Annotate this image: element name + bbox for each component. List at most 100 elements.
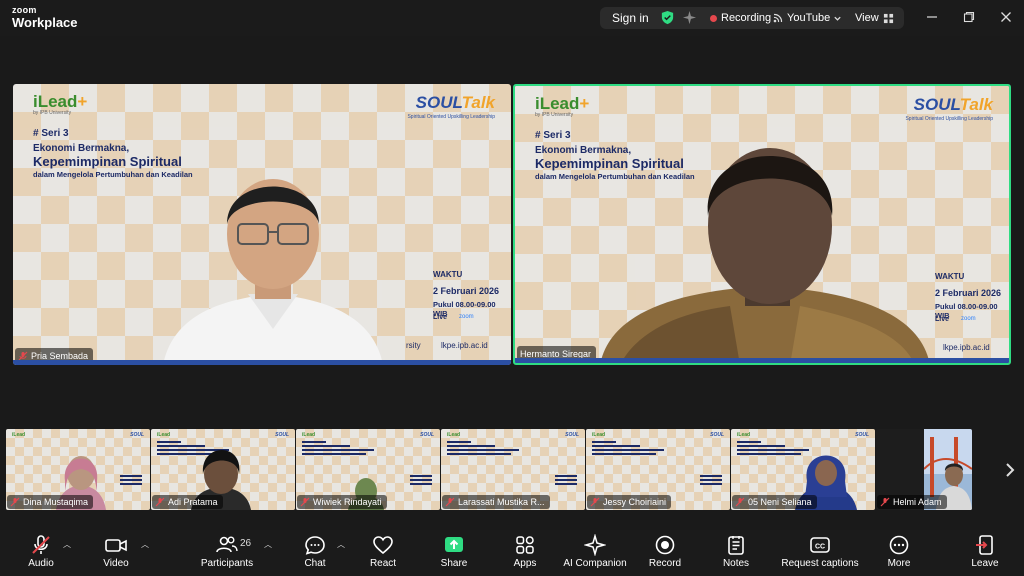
sparkle-icon[interactable]	[682, 10, 697, 25]
mini-ilead-logo: iLead	[447, 432, 461, 438]
slide-zoom: zoom	[459, 314, 474, 320]
notes-label: Notes	[722, 558, 750, 569]
thumbnail-tile[interactable]: iLead SOUL Dina Mustaqima	[6, 429, 150, 510]
record-icon	[655, 535, 675, 555]
slide-footer-strip	[515, 358, 1009, 363]
next-page-arrow-icon[interactable]	[1000, 455, 1020, 485]
participant-nametag: Helmi Adam	[877, 495, 947, 509]
participants-icon	[216, 536, 238, 553]
mic-muted-icon	[300, 497, 310, 507]
recording-label: Recording	[721, 12, 772, 24]
mini-soultalk-logo: SOUL	[565, 432, 579, 438]
react-button[interactable]: React	[348, 534, 418, 569]
thumbnail-tile[interactable]: iLead SOUL 05 Neni Seliana	[731, 429, 875, 510]
recording-dot-icon	[710, 14, 717, 22]
restore-icon[interactable]	[960, 8, 978, 26]
svg-text:CC: CC	[815, 544, 825, 551]
mic-muted-icon	[590, 497, 600, 507]
mini-slide-title	[592, 441, 672, 457]
minimize-icon[interactable]	[923, 8, 941, 26]
captions-button[interactable]: CC Request captions	[781, 534, 859, 569]
slide-zoom: zoom	[961, 316, 976, 322]
view-button[interactable]: View	[855, 12, 894, 24]
broadcast-icon	[773, 13, 783, 23]
app-logo: zoom Workplace	[12, 6, 78, 30]
more-icon	[889, 535, 909, 555]
leave-button[interactable]: Leave	[950, 534, 1020, 569]
mic-muted-icon	[18, 351, 28, 360]
slide-series: # Seri 3	[535, 130, 571, 141]
slide-waktu: WAKTU	[433, 270, 463, 279]
react-label: React	[369, 558, 397, 569]
mini-slide-title	[447, 441, 527, 457]
mini-soultalk-logo: SOUL	[710, 432, 724, 438]
slide-title-1: Ekonomi Bermakna,	[33, 143, 130, 154]
zoom-window: zoom Workplace Sign in Recording YouTube…	[0, 0, 1024, 576]
thumbnail-tile[interactable]: iLead SOUL Larassati Mustika R...	[441, 429, 585, 510]
participants-label: Participants	[200, 558, 254, 569]
participant-nametag: Larassati Mustika R...	[442, 495, 550, 509]
video-tile-hermanto-siregar[interactable]: iLead+ by IPB University SOULTalk Spiritua…	[513, 84, 1011, 365]
mini-ilead-logo: iLead	[302, 432, 316, 438]
camera-icon	[105, 539, 127, 552]
participants-options-chevron-icon[interactable]: ︿	[264, 539, 272, 550]
audio-label: Audio	[28, 558, 54, 569]
mini-slide-time	[700, 475, 722, 487]
mic-muted-icon	[155, 497, 165, 507]
mini-ilead-logo: iLead	[12, 432, 26, 438]
ilead-logo: iLead+ by IPB University	[33, 92, 88, 116]
chat-options-chevron-icon[interactable]: ︿	[337, 539, 345, 550]
participant-nametag: Wiwiek Rindayati	[297, 495, 387, 509]
view-label: View	[855, 12, 879, 24]
slide-date: 2 Februari 2026	[935, 288, 1002, 298]
mini-slide-time	[410, 475, 432, 487]
logo-workplace: Workplace	[12, 15, 78, 30]
thumbnail-tile[interactable]: iLead SOUL Wiwiek Rindayati	[296, 429, 440, 510]
video-options-chevron-icon[interactable]: ︿	[141, 539, 149, 550]
participants-button[interactable]: Participants	[192, 534, 262, 569]
slide-series: # Seri 3	[33, 128, 69, 139]
audio-options-chevron-icon[interactable]: ︿	[63, 539, 71, 550]
leave-icon	[976, 535, 993, 555]
shield-check-icon[interactable]	[660, 10, 675, 25]
captions-label: Request captions	[781, 558, 859, 569]
close-icon[interactable]	[997, 8, 1015, 26]
share-screen-icon	[445, 537, 463, 552]
meeting-toolbar: Audio ︿ Video ︿ Participants 26 ︿ Chat ︿…	[0, 530, 1024, 576]
sign-in-button[interactable]: Sign in	[612, 11, 649, 25]
apps-label: Apps	[513, 558, 537, 569]
record-label: Record	[648, 558, 682, 569]
slide-live: Live	[433, 314, 448, 321]
mini-soultalk-logo: SOUL	[855, 432, 869, 438]
participant-nametag: 05 Neni Seliana	[732, 495, 817, 509]
ai-companion-button[interactable]: AI Companion	[560, 534, 630, 569]
more-button[interactable]: More	[864, 534, 934, 569]
apps-button[interactable]: Apps	[490, 534, 560, 569]
meeting-status-bar: Sign in Recording YouTube View	[600, 7, 904, 29]
slide-date: 2 Februari 2026	[433, 286, 500, 296]
participant-nametag: Dina Mustaqima	[7, 495, 94, 509]
slide-footer-strip	[13, 360, 511, 365]
thumbnail-tile[interactable]: iLead SOUL Adi Pratama	[151, 429, 295, 510]
mini-slide-time	[555, 475, 577, 487]
record-button[interactable]: Record	[630, 534, 700, 569]
slide-university: rsity	[406, 341, 421, 350]
slide-live: Live	[935, 316, 950, 323]
participant-video	[163, 179, 383, 365]
notes-button[interactable]: Notes	[701, 534, 771, 569]
chat-icon	[305, 536, 325, 555]
share-button[interactable]: Share	[419, 534, 489, 569]
title-bar: zoom Workplace Sign in Recording YouTube…	[0, 0, 1024, 36]
video-tile-pria-sembada[interactable]: iLead+ by IPB University SOULTalk Spiritua…	[13, 84, 511, 365]
stream-label: YouTube	[787, 12, 831, 24]
livestream-youtube[interactable]: YouTube	[772, 12, 842, 24]
mini-soultalk-logo: SOUL	[420, 432, 434, 438]
mic-muted-icon	[880, 497, 890, 507]
heart-icon	[373, 536, 393, 555]
mini-ilead-logo: iLead	[592, 432, 606, 438]
ilead-logo: iLead+ by IPB University	[535, 94, 590, 118]
mic-muted-icon	[445, 497, 455, 507]
thumbnail-tile[interactable]: iLead SOUL Jessy Choiriaini	[586, 429, 730, 510]
recording-indicator[interactable]: Recording	[710, 12, 771, 24]
thumbnail-tile[interactable]: Helmi Adam	[876, 429, 972, 510]
